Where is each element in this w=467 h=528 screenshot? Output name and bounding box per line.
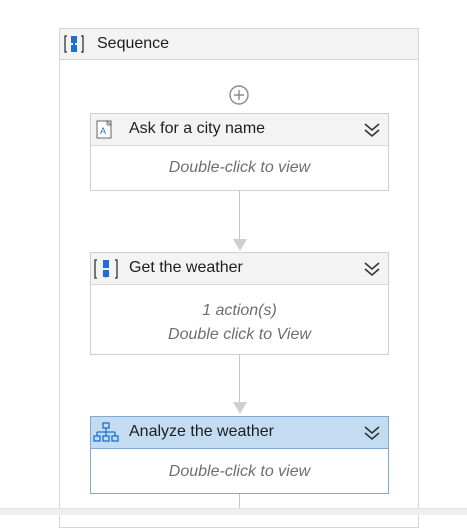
input-dialog-icon: A bbox=[92, 118, 120, 142]
collapse-icon[interactable] bbox=[362, 423, 382, 443]
activity-title: Analyze the weather bbox=[129, 423, 274, 440]
collapse-icon[interactable] bbox=[362, 259, 382, 279]
activity-header[interactable]: Get the weather bbox=[91, 253, 388, 285]
activity-get-the-weather[interactable]: Get the weather 1 action(s) Double click… bbox=[90, 252, 389, 355]
activity-analyze-the-weather[interactable]: Analyze the weather Double-click to view bbox=[90, 416, 389, 494]
flowchart-icon bbox=[92, 421, 120, 445]
activity-body[interactable]: Double-click to view bbox=[91, 146, 388, 177]
action-count: 1 action(s) bbox=[202, 302, 277, 319]
activity-body[interactable]: Double-click to view bbox=[91, 449, 388, 481]
sequence-header[interactable]: Sequence bbox=[60, 29, 418, 60]
activity-header[interactable]: A Ask for a city name bbox=[91, 114, 388, 146]
activity-header[interactable]: Analyze the weather bbox=[91, 417, 388, 449]
collapse-icon[interactable] bbox=[362, 120, 382, 140]
connector-arrow bbox=[233, 239, 247, 251]
activity-ask-for-city-name[interactable]: A Ask for a city name Double-click to vi… bbox=[90, 113, 389, 191]
activity-title: Get the weather bbox=[129, 259, 243, 276]
connector-line bbox=[239, 191, 240, 239]
sequence-icon bbox=[63, 33, 85, 55]
activity-hint: Double-click to view bbox=[168, 463, 311, 480]
sequence-icon bbox=[92, 257, 120, 281]
add-activity-icon[interactable] bbox=[228, 84, 250, 106]
horizontal-scrollbar[interactable] bbox=[0, 508, 467, 515]
connector-line bbox=[239, 355, 240, 402]
activity-hint: Double click to View bbox=[168, 326, 311, 343]
activity-body[interactable]: 1 action(s) Double click to View bbox=[91, 285, 388, 347]
activity-hint: Double-click to view bbox=[168, 159, 311, 176]
svg-text:A: A bbox=[100, 126, 106, 136]
sequence-title: Sequence bbox=[97, 35, 170, 52]
connector-arrow bbox=[233, 402, 247, 414]
activity-title: Ask for a city name bbox=[129, 120, 266, 137]
